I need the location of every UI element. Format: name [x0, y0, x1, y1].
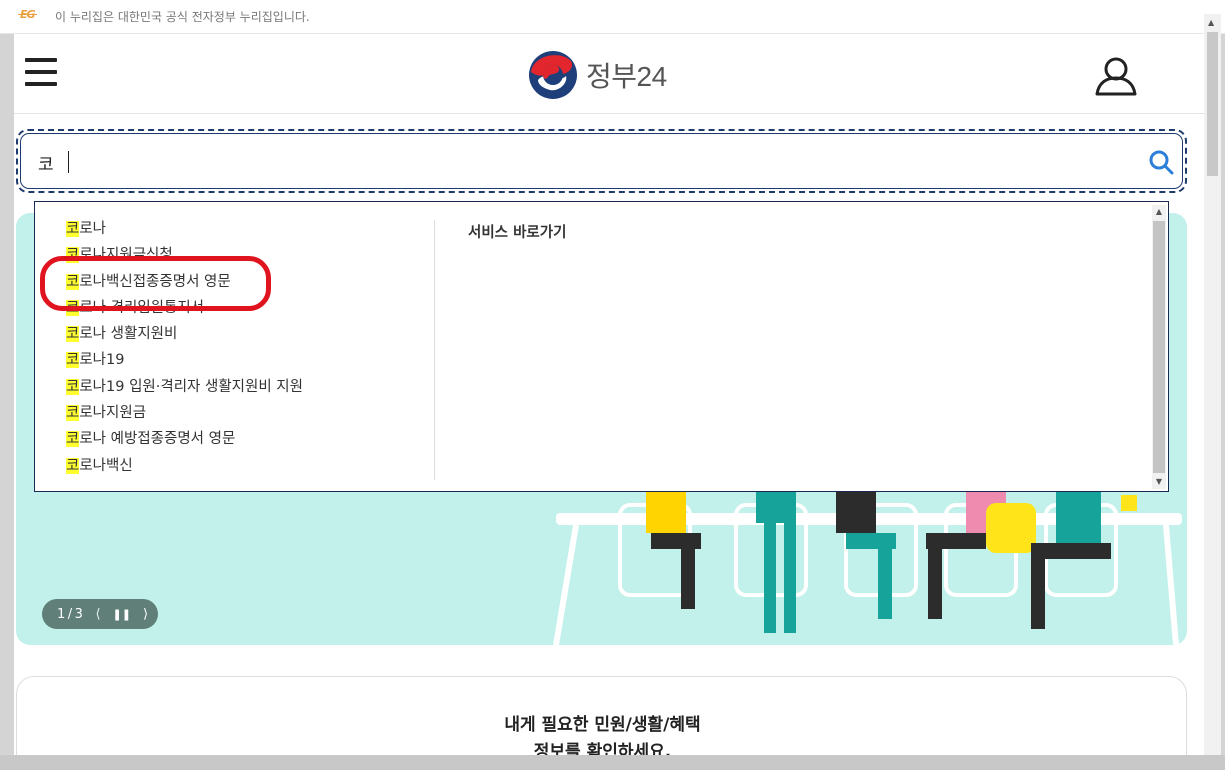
gov-notice-bar: EG 이 누리집은 대한민국 공식 전자정부 누리집입니다. [0, 0, 1225, 34]
suggestion-match: 코 [66, 405, 80, 422]
suggestion-match: 코 [66, 457, 80, 474]
suggestion-text: 로나 예방접종증명서 영문 [79, 431, 236, 448]
text-caret [68, 151, 69, 173]
notice-text: 이 누리집은 대한민국 공식 전자정부 누리집입니다. [55, 10, 310, 24]
carousel-pager: 1 / 3 ⟨ ❚❚ ⟩ [42, 599, 158, 629]
suggestion-match: 코 [66, 431, 80, 448]
next-slide-icon[interactable]: ⟩ [143, 607, 148, 622]
suggestion-text: 로나19 [79, 352, 125, 369]
site-logo[interactable]: 정부24 [528, 49, 667, 101]
window-bottom-edge [0, 755, 1225, 770]
suggestion-text: 로나 생활지원비 [79, 326, 178, 343]
search-icon[interactable] [1147, 148, 1175, 176]
scroll-down-icon[interactable]: ▼ [1152, 475, 1166, 489]
search-box[interactable] [16, 129, 1187, 193]
hamburger-menu-icon[interactable] [25, 58, 57, 88]
autocomplete-dropdown: 코로나 코로나지원금신청 코로나백신접종증명서 영문 코로나 격리입원통지서 코로나 생… [34, 201, 1169, 492]
pager-total: 3 [74, 606, 84, 622]
suggestion-item[interactable]: 코로나19 입원·격리자 생활지원비 지원 [66, 375, 303, 401]
pause-icon[interactable]: ❚❚ [113, 608, 131, 621]
suggestion-item[interactable]: 코로나 생활지원비 [66, 322, 303, 348]
highlight-annotation [40, 256, 271, 311]
pager-separator: / [67, 606, 73, 622]
suggestion-text: 로나19 입원·격리자 생활지원비 지원 [79, 378, 303, 395]
dropdown-divider [434, 220, 435, 480]
suggestion-text: 로나백신 [79, 457, 133, 474]
suggestion-item[interactable]: 코로나지원금 [66, 401, 303, 427]
suggestion-match: 코 [66, 352, 80, 369]
page-scroll-up-icon[interactable]: ▲ [1208, 18, 1214, 27]
prev-slide-icon[interactable]: ⟨ [95, 607, 100, 622]
eg-badge-icon: EG [18, 8, 37, 21]
dropdown-scrollbar[interactable]: ▲ ▼ [1152, 205, 1166, 489]
suggestion-item[interactable]: 코로나 예방접종증명서 영문 [66, 427, 303, 453]
suggestion-item[interactable]: 코로나백신 [66, 454, 303, 480]
suggestion-text: 로나 [79, 221, 107, 237]
suggestion-item[interactable]: 코로나19 [66, 348, 303, 374]
suggestion-match: 코 [66, 378, 80, 395]
card-headline-1: 내게 필요한 민원/생활/혜택 [504, 715, 701, 735]
browser-frame: EG 이 누리집은 대한민국 공식 전자정부 누리집입니다. 정부24 코 1 … [0, 0, 1225, 770]
site-header: 정부24 [14, 34, 1204, 114]
service-shortcut-title: 서비스 바로가기 [468, 225, 567, 241]
pager-current: 1 [57, 606, 66, 622]
user-icon[interactable] [1094, 56, 1138, 96]
page-scrollbar-thumb[interactable] [1207, 32, 1218, 176]
search-input[interactable] [38, 149, 938, 175]
logo-text: 정부24 [586, 61, 667, 92]
suggestion-match: 코 [66, 221, 80, 237]
suggestion-item[interactable]: 코로나 [66, 217, 303, 243]
scroll-up-icon[interactable]: ▲ [1152, 205, 1166, 219]
suggestion-text: 로나지원금 [79, 405, 147, 422]
page-scrollbar[interactable]: ▲ [1204, 14, 1221, 755]
taegeuk-logo-icon [529, 51, 577, 99]
scrollbar-thumb[interactable] [1153, 221, 1165, 473]
suggestion-match: 코 [66, 326, 80, 343]
